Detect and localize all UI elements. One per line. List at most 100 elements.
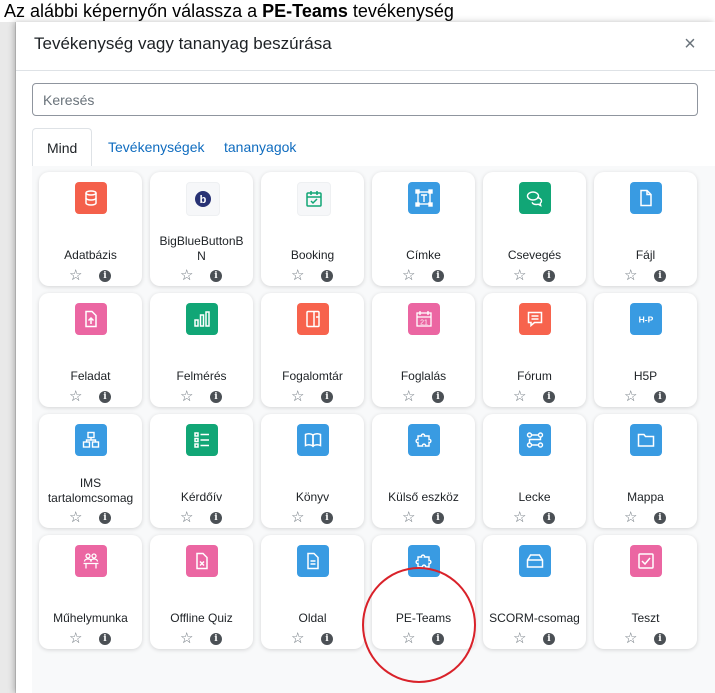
activity-card-ims-tartalomcsomag[interactable]: IMS tartalomcsomag ☆ i (39, 414, 142, 528)
star-icon[interactable]: ☆ (69, 389, 82, 405)
activity-card-label: Feladat (70, 369, 111, 383)
star-icon[interactable]: ☆ (402, 510, 415, 526)
star-icon[interactable]: ☆ (180, 510, 193, 526)
activity-card-label: Lecke (518, 490, 551, 504)
instruction-text: Az alábbi képernyőn válassza a PE-Teams … (0, 0, 715, 22)
activity-card-label: IMS tartalomcsomag (47, 476, 134, 505)
star-icon[interactable]: ☆ (624, 510, 637, 526)
activity-card-fórum[interactable]: Fórum ☆ i (483, 293, 586, 407)
tab-all[interactable]: Mind (32, 128, 93, 167)
activity-card-felmérés[interactable]: Felmérés ☆ i (150, 293, 253, 407)
activity-card-foglalás[interactable]: 21 Foglalás ☆ i (372, 293, 475, 407)
star-icon[interactable]: ☆ (69, 510, 82, 526)
bigbluebutton-icon: b (186, 182, 220, 216)
info-icon[interactable]: i (654, 512, 666, 524)
workshop-icon (75, 545, 107, 577)
activity-card-csevegés[interactable]: Csevegés ☆ i (483, 172, 586, 286)
activity-card-label: BigBlueButtonBN (159, 234, 244, 263)
star-icon[interactable]: ☆ (291, 389, 304, 405)
star-icon[interactable]: ☆ (180, 268, 193, 284)
star-icon[interactable]: ☆ (402, 631, 415, 647)
activity-card-booking[interactable]: Booking ☆ i (261, 172, 364, 286)
star-icon[interactable]: ☆ (291, 268, 304, 284)
activity-card-fogalomtár[interactable]: Fogalomtár ☆ i (261, 293, 364, 407)
star-icon[interactable]: ☆ (402, 389, 415, 405)
card-actions: ☆ i (39, 268, 142, 286)
info-icon[interactable]: i (432, 270, 444, 282)
info-icon[interactable]: i (321, 270, 333, 282)
activity-card-külső-eszköz[interactable]: Külső eszköz ☆ i (372, 414, 475, 528)
star-icon[interactable]: ☆ (513, 268, 526, 284)
info-icon[interactable]: i (99, 391, 111, 403)
info-icon[interactable]: i (432, 512, 444, 524)
info-icon[interactable]: i (210, 633, 222, 645)
card-actions: ☆ i (150, 268, 253, 286)
star-icon[interactable]: ☆ (69, 268, 82, 284)
info-icon[interactable]: i (543, 391, 555, 403)
activity-card-feladat[interactable]: Feladat ☆ i (39, 293, 142, 407)
modal-header: Tevékenység vagy tananyag beszúrása × (16, 22, 715, 71)
ims-package-icon (75, 424, 107, 456)
activity-card-fájl[interactable]: Fájl ☆ i (594, 172, 697, 286)
modal-title: Tevékenység vagy tananyag beszúrása (34, 34, 332, 53)
info-icon[interactable]: i (99, 270, 111, 282)
activity-card-címke[interactable]: Címke ☆ i (372, 172, 475, 286)
star-icon[interactable]: ☆ (624, 631, 637, 647)
activity-card-scorm-csomag[interactable]: SCORM-csomag ☆ i (483, 535, 586, 649)
close-button[interactable]: × (679, 33, 701, 55)
star-icon[interactable]: ☆ (513, 389, 526, 405)
star-icon[interactable]: ☆ (624, 268, 637, 284)
info-icon[interactable]: i (654, 391, 666, 403)
card-actions: ☆ i (594, 631, 697, 649)
star-icon[interactable]: ☆ (402, 268, 415, 284)
activity-card-h5p[interactable]: H-P H5P ☆ i (594, 293, 697, 407)
forum-icon (519, 303, 551, 335)
search-input[interactable] (32, 83, 698, 116)
activity-card-mappa[interactable]: Mappa ☆ i (594, 414, 697, 528)
tab-bar: Mind Tevékenységek tananyagok (32, 128, 715, 167)
activity-card-bigbluebuttonbn[interactable]: b BigBlueButtonBN ☆ i (150, 172, 253, 286)
info-icon[interactable]: i (99, 512, 111, 524)
info-icon[interactable]: i (432, 391, 444, 403)
star-icon[interactable]: ☆ (180, 389, 193, 405)
star-icon[interactable]: ☆ (69, 631, 82, 647)
tab-resources[interactable]: tananyagok (210, 128, 310, 166)
info-icon[interactable]: i (210, 512, 222, 524)
activity-card-könyv[interactable]: Könyv ☆ i (261, 414, 364, 528)
activity-card-adatbázis[interactable]: Adatbázis ☆ i (39, 172, 142, 286)
star-icon[interactable]: ☆ (513, 631, 526, 647)
info-icon[interactable]: i (543, 512, 555, 524)
activity-card-label: Teszt (631, 611, 660, 625)
activity-card-műhelymunka[interactable]: Műhelymunka ☆ i (39, 535, 142, 649)
activity-card-offline-quiz[interactable]: Offline Quiz ☆ i (150, 535, 253, 649)
activity-card-kérdőív[interactable]: Kérdőív ☆ i (150, 414, 253, 528)
info-icon[interactable]: i (654, 633, 666, 645)
info-icon[interactable]: i (210, 270, 222, 282)
activity-card-teszt[interactable]: Teszt ☆ i (594, 535, 697, 649)
activity-card-pe-teams[interactable]: PE-Teams ☆ i (372, 535, 475, 649)
tab-activities[interactable]: Tevékenységek (94, 128, 219, 166)
star-icon[interactable]: ☆ (291, 631, 304, 647)
info-icon[interactable]: i (543, 270, 555, 282)
star-icon[interactable]: ☆ (624, 389, 637, 405)
star-icon[interactable]: ☆ (180, 631, 193, 647)
bar-chart-icon (186, 303, 218, 335)
info-icon[interactable]: i (321, 391, 333, 403)
activity-card-oldal[interactable]: Oldal ☆ i (261, 535, 364, 649)
assignment-upload-icon (75, 303, 107, 335)
info-icon[interactable]: i (543, 633, 555, 645)
info-icon[interactable]: i (321, 512, 333, 524)
scorm-icon (519, 545, 551, 577)
info-icon[interactable]: i (210, 391, 222, 403)
info-icon[interactable]: i (99, 633, 111, 645)
activity-card-label: Fájl (635, 248, 656, 262)
star-icon[interactable]: ☆ (291, 510, 304, 526)
star-icon[interactable]: ☆ (513, 510, 526, 526)
info-icon[interactable]: i (654, 270, 666, 282)
calendar-check-icon (297, 182, 331, 216)
quiz-check-icon (630, 545, 662, 577)
info-icon[interactable]: i (432, 633, 444, 645)
info-icon[interactable]: i (321, 633, 333, 645)
glossary-icon (297, 303, 329, 335)
activity-card-lecke[interactable]: Lecke ☆ i (483, 414, 586, 528)
